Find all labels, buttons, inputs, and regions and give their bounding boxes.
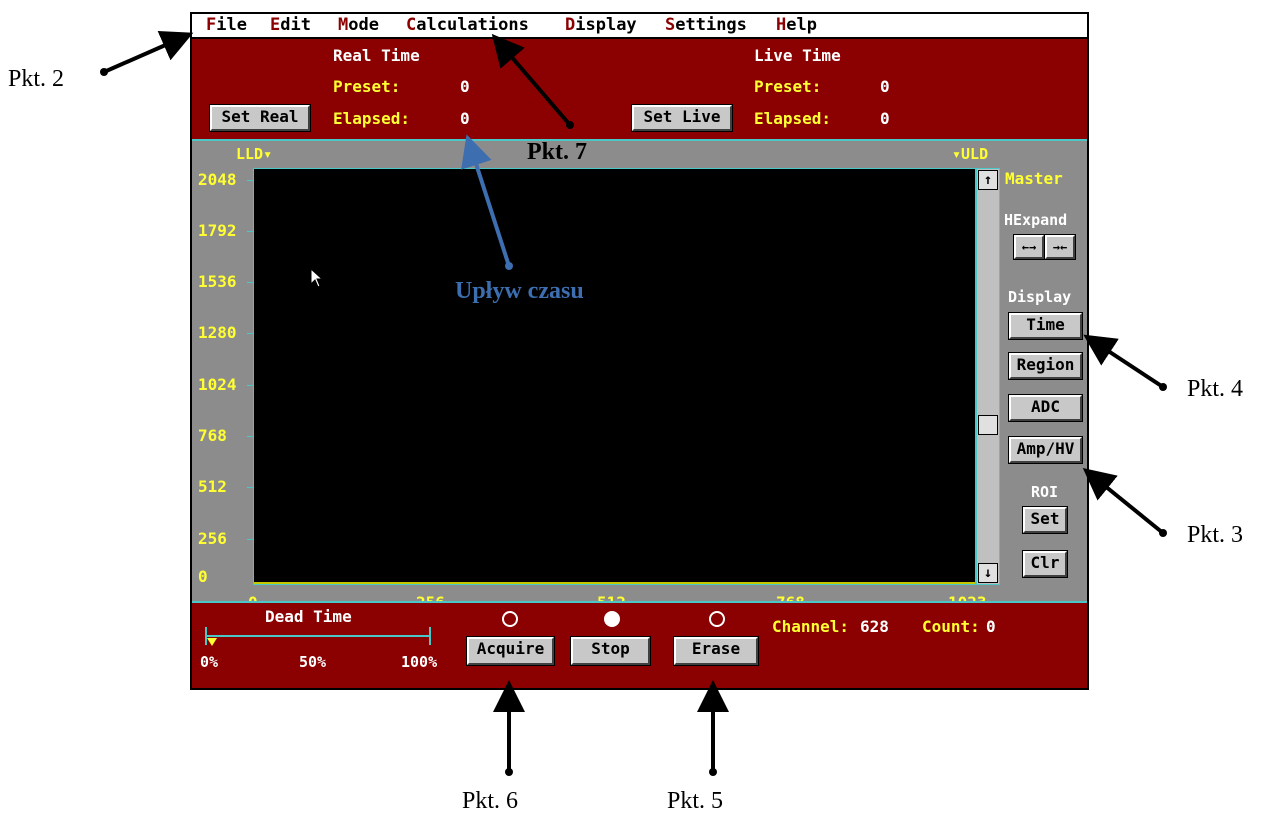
pkt4-arrow xyxy=(1083,334,1165,389)
pkt7-arrow xyxy=(491,33,572,127)
uplyw-arrow xyxy=(461,134,511,267)
annotation-arrows xyxy=(100,30,1167,776)
pkt2-arrow xyxy=(103,30,194,74)
pkt3-arrow xyxy=(1082,467,1165,535)
